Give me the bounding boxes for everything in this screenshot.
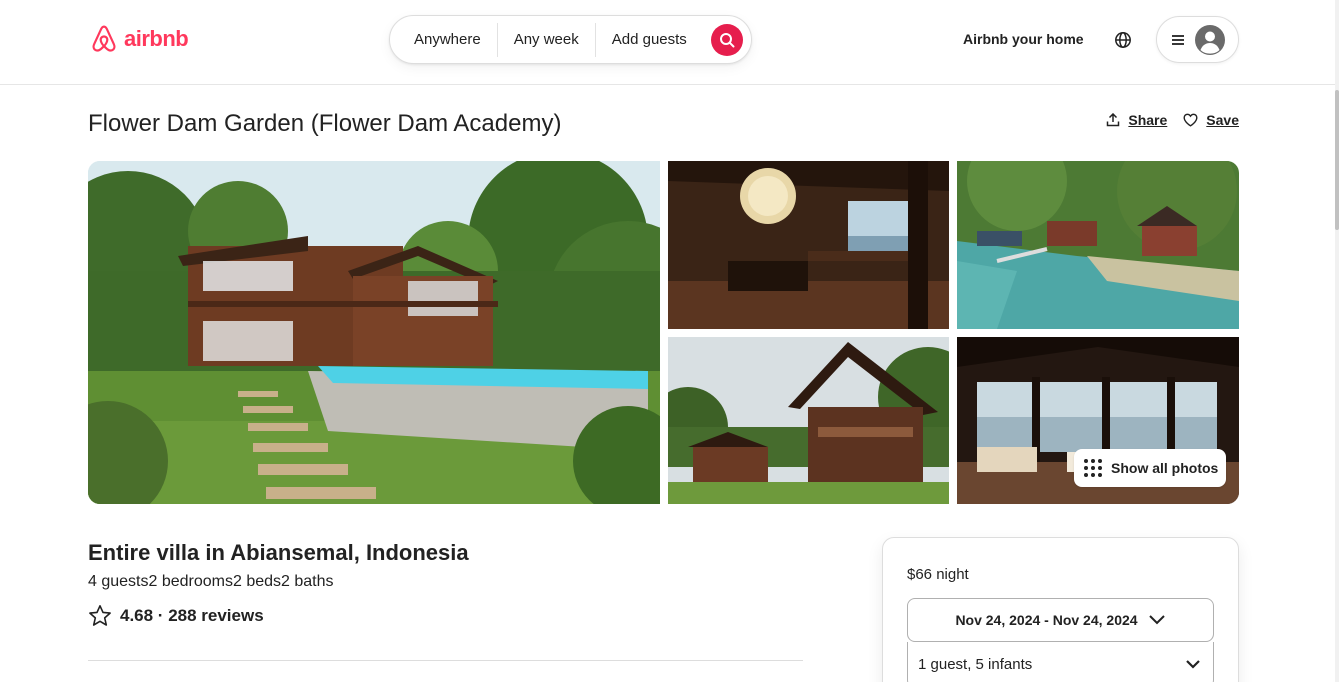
- booking-card: $66 night Nov 24, 2024 - Nov 24, 2024 1 …: [882, 537, 1239, 682]
- search-icon: [720, 33, 735, 48]
- search-when[interactable]: Any week: [498, 28, 595, 52]
- brand-name: airbnb: [124, 26, 189, 51]
- airbnb-logo[interactable]: airbnb: [88, 23, 189, 55]
- user-menu-button[interactable]: [1156, 16, 1239, 63]
- photo-lodge-exterior[interactable]: [668, 337, 949, 504]
- photo-aerial-view[interactable]: [957, 161, 1239, 329]
- search-who[interactable]: Add guests: [596, 28, 703, 52]
- detail-baths: 2 baths: [281, 573, 334, 590]
- search-where[interactable]: Anywhere: [390, 28, 497, 52]
- user-avatar-icon: [1195, 24, 1225, 55]
- date-picker[interactable]: Nov 24, 2024 - Nov 24, 2024: [907, 598, 1214, 642]
- photo-gallery: Show all photos: [88, 161, 1239, 504]
- scrollbar-thumb[interactable]: [1335, 90, 1339, 230]
- rating-text: 4.68 · 288 reviews: [120, 605, 264, 625]
- star-icon: [89, 605, 111, 626]
- listing-rating[interactable]: 4.68 · 288 reviews: [88, 604, 264, 627]
- chevron-down-icon: [1148, 615, 1165, 625]
- search-bar[interactable]: Anywhere Any week Add guests: [389, 15, 752, 64]
- show-all-photos-button[interactable]: Show all photos: [1074, 449, 1227, 487]
- guest-selector[interactable]: 1 guest, 5 infants: [907, 642, 1214, 682]
- section-divider: [88, 660, 803, 661]
- guest-count: 1 guest, 5 infants: [918, 656, 1033, 673]
- save-button[interactable]: Save: [1183, 112, 1239, 128]
- listing-subtitle: Entire villa in Abiansemal, Indonesia: [88, 540, 469, 565]
- detail-beds: 2 beds: [232, 573, 282, 590]
- save-label: Save: [1206, 112, 1239, 128]
- listing-actions: Share Save: [1106, 112, 1239, 128]
- nightly-price: $66 night: [907, 566, 969, 583]
- page-scrollbar[interactable]: [1335, 0, 1339, 682]
- airbnb-your-home-link[interactable]: Airbnb your home: [963, 31, 1084, 47]
- share-button[interactable]: Share: [1106, 112, 1167, 128]
- share-icon: [1107, 113, 1120, 127]
- share-label: Share: [1128, 112, 1168, 128]
- detail-guests: 4 guests: [88, 573, 149, 590]
- airbnb-logo-icon: [92, 25, 116, 52]
- show-all-photos-label: Show all photos: [1111, 460, 1219, 476]
- chevron-down-icon: [1186, 660, 1200, 669]
- search-button[interactable]: [711, 24, 743, 56]
- listing-details: 4 guests 2 bedrooms 2 beds 2 baths: [88, 573, 334, 591]
- detail-bedrooms: 2 bedrooms: [148, 573, 233, 590]
- listing-title: Flower Dam Garden (Flower Dam Academy): [88, 110, 562, 137]
- main-photo[interactable]: [88, 161, 660, 504]
- globe-icon[interactable]: [1114, 31, 1132, 49]
- top-header: airbnb Anywhere Any week Add guests Airb…: [0, 0, 1339, 85]
- grid-dots-icon: [1084, 459, 1102, 477]
- hamburger-icon: [1172, 34, 1184, 45]
- heart-icon: [1183, 113, 1198, 127]
- date-range: Nov 24, 2024 - Nov 24, 2024: [955, 612, 1138, 628]
- photo-dining-room[interactable]: [668, 161, 949, 329]
